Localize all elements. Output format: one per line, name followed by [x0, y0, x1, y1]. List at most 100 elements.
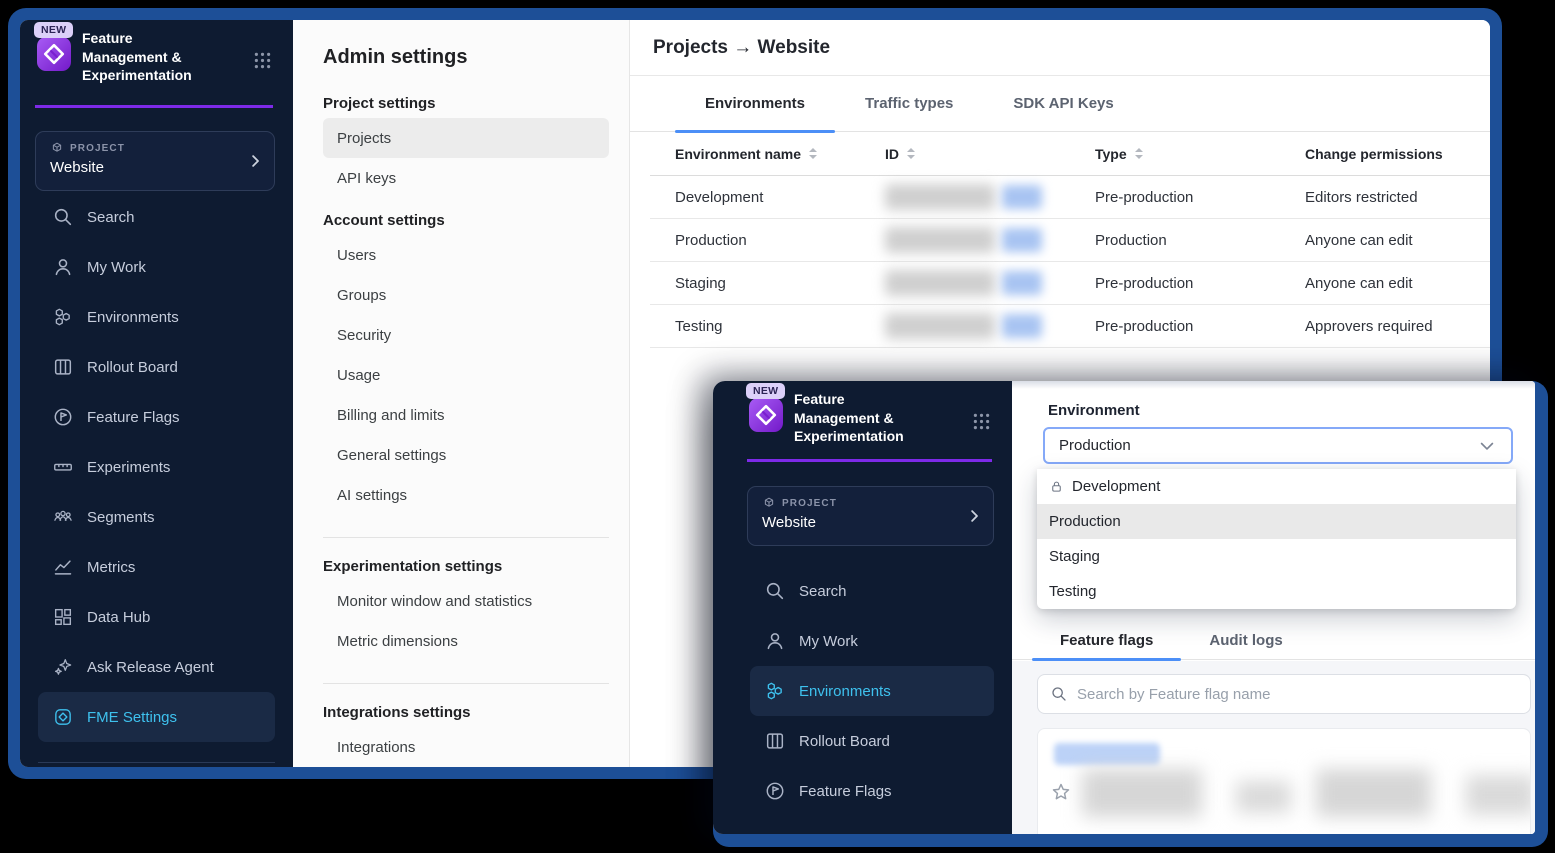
tab-traffic-types[interactable]: Traffic types — [835, 76, 983, 131]
redacted-content — [1316, 769, 1431, 817]
sidebar-item-rollout-board[interactable]: Rollout Board — [38, 342, 275, 392]
fme-settings-icon — [52, 706, 74, 728]
tab-environments[interactable]: Environments — [675, 76, 835, 131]
dropdown-option-production[interactable]: Production — [1037, 504, 1516, 539]
sort-icon[interactable] — [809, 147, 817, 160]
desktop-background: NEW Feature Management & Experimentation… — [0, 0, 1555, 853]
breadcrumb[interactable]: Projects → Website — [653, 37, 830, 59]
overlay-tabs: Feature flags Audit logs — [1012, 621, 1535, 660]
project-cube-icon — [762, 496, 776, 510]
divider — [323, 537, 609, 538]
col-environment-name: Environment name — [675, 146, 801, 162]
admin-item-api-keys[interactable]: API keys — [323, 158, 609, 198]
project-label: PROJECT — [70, 143, 125, 154]
overlay-content: Environment Production Development Produ… — [1012, 381, 1535, 834]
overlay-nav: Search My Work Environments Rollout Boar… — [732, 566, 1012, 816]
star-icon[interactable] — [1050, 781, 1072, 803]
admin-item-projects[interactable]: Projects — [323, 118, 609, 158]
project-name: Website — [762, 514, 981, 531]
admin-item-billing-and-limits[interactable]: Billing and limits — [323, 395, 609, 435]
project-label: PROJECT — [782, 498, 837, 509]
feature-flag-card[interactable] — [1037, 728, 1531, 834]
admin-item-groups[interactable]: Groups — [323, 275, 609, 315]
overlay-window: NEW Feature Management & Experimentation… — [713, 381, 1548, 847]
redacted-id — [885, 227, 1042, 253]
admin-item-metric-dimensions[interactable]: Metric dimensions — [323, 621, 609, 661]
split-logo-icon — [749, 398, 783, 432]
dropdown-option-development[interactable]: Development — [1037, 469, 1516, 504]
sort-icon[interactable] — [1135, 147, 1143, 160]
content-tabs: Environments Traffic types SDK API Keys — [630, 76, 1490, 132]
tab-feature-flags[interactable]: Feature flags — [1032, 621, 1181, 659]
sidebar-item-segments[interactable]: Segments — [38, 492, 275, 542]
redacted-content — [1082, 769, 1202, 817]
project-selector[interactable]: PROJECT Website — [747, 486, 994, 546]
admin-item-monitor-window[interactable]: Monitor window and statistics — [323, 581, 609, 621]
table-row[interactable]: Development Pre-production Editors restr… — [650, 176, 1490, 219]
sidebar-item-fme-settings[interactable]: FME Settings — [38, 692, 275, 742]
main-sidebar: NEW Feature Management & Experimentation… — [20, 20, 293, 767]
table-row[interactable]: Testing Pre-production Approvers require… — [650, 305, 1490, 348]
sidebar-item-data-hub[interactable]: Data Hub — [38, 592, 275, 642]
dropdown-option-staging[interactable]: Staging — [1037, 539, 1516, 574]
section-header-project-settings: Project settings — [323, 95, 613, 112]
sidebar-item-search[interactable]: Search — [750, 566, 994, 616]
sidebar-item-feature-flags[interactable]: Feature Flags — [38, 392, 275, 442]
table-row[interactable]: Staging Pre-production Anyone can edit — [650, 262, 1490, 305]
app-switcher-icon[interactable] — [252, 50, 273, 71]
admin-item-ai-settings[interactable]: AI settings — [323, 475, 609, 515]
admin-item-general-settings[interactable]: General settings — [323, 435, 609, 475]
sidebar-item-experiments[interactable]: Experiments — [38, 442, 275, 492]
admin-item-security[interactable]: Security — [323, 315, 609, 355]
app-brand: NEW Feature Management & Experimentation — [732, 381, 1012, 462]
environment-label: Environment — [1048, 402, 1535, 419]
sidebar-item-metrics[interactable]: Metrics — [38, 542, 275, 592]
app-title: Feature Management & Experimentation — [794, 390, 922, 446]
project-cube-icon — [50, 141, 64, 155]
feature-flag-search — [1037, 674, 1531, 714]
search-input[interactable] — [1077, 686, 1518, 703]
app-title: Feature Management & Experimentation — [82, 29, 210, 85]
sidebar-item-my-work[interactable]: My Work — [750, 616, 994, 666]
col-type: Type — [1095, 146, 1127, 162]
admin-settings-title: Admin settings — [323, 46, 613, 69]
sidebar-item-ask-release-agent[interactable]: Ask Release Agent — [38, 642, 275, 692]
sidebar-item-my-work[interactable]: My Work — [38, 242, 275, 292]
col-change-permissions: Change permissions — [1305, 146, 1443, 162]
sidebar-item-environments[interactable]: Environments — [38, 292, 275, 342]
sidebar-item-feature-flags[interactable]: Feature Flags — [750, 766, 994, 816]
sidebar-item-search[interactable]: Search — [38, 192, 275, 242]
col-id: ID — [885, 146, 899, 162]
dropdown-option-testing[interactable]: Testing — [1037, 574, 1516, 609]
brand-underline — [747, 459, 992, 462]
tiles-icon — [52, 606, 74, 628]
admin-item-usage[interactable]: Usage — [323, 355, 609, 395]
admin-item-integrations[interactable]: Integrations — [323, 727, 609, 767]
search-icon — [764, 580, 786, 602]
search-icon — [1050, 685, 1068, 703]
section-header-integrations-settings: Integrations settings — [323, 704, 613, 721]
project-selector[interactable]: PROJECT Website — [35, 131, 275, 191]
tab-sdk-api-keys[interactable]: SDK API Keys — [983, 76, 1143, 131]
tab-audit-logs[interactable]: Audit logs — [1181, 621, 1310, 659]
sidebar-item-environments[interactable]: Environments — [750, 666, 994, 716]
redacted-flag-name — [1054, 743, 1160, 765]
flag-circle-icon — [764, 780, 786, 802]
redacted-id — [885, 184, 1042, 210]
table-row[interactable]: Production Production Anyone can edit — [650, 219, 1490, 262]
redacted-content — [1236, 781, 1291, 813]
new-badge: NEW — [746, 383, 785, 399]
sort-icon[interactable] — [907, 147, 915, 160]
app-switcher-icon[interactable] — [971, 411, 992, 432]
sidebar-item-rollout-board[interactable]: Rollout Board — [750, 716, 994, 766]
ruler-icon — [52, 456, 74, 478]
split-logo-icon — [37, 37, 71, 71]
overlay-sidebar: NEW Feature Management & Experimentation… — [713, 381, 1012, 834]
new-badge: NEW — [34, 22, 73, 38]
environment-select[interactable]: Production — [1043, 427, 1513, 464]
sidebar-bottom-divider — [38, 762, 275, 763]
project-name: Website — [50, 159, 262, 176]
admin-item-users[interactable]: Users — [323, 235, 609, 275]
environments-table: Environment name ID Type Change permissi… — [650, 132, 1490, 348]
chevron-right-icon — [965, 507, 983, 525]
